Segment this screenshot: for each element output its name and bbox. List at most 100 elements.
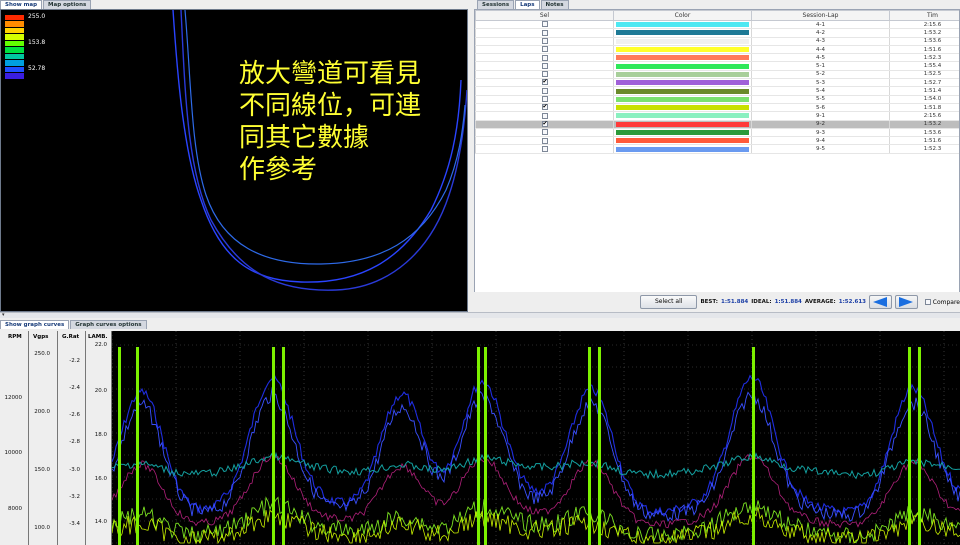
legend-swatch: [5, 40, 24, 46]
collapse-arrow-icon[interactable]: ▾: [2, 313, 5, 318]
tab-laps[interactable]: Laps: [515, 0, 540, 9]
lap-color-swatch: [616, 105, 749, 111]
lap-row[interactable]: ✔ 9-2 1:53.2: [475, 120, 959, 129]
lap-session-lap: 5-4: [751, 86, 890, 96]
next-lap-button[interactable]: [894, 295, 918, 309]
grat-tick: -2.2: [69, 358, 80, 364]
laps-table-panel: Sel Color Session-Lap Tim 4-1 2:15.6 4-2 1:…: [474, 9, 960, 312]
lap-select-checkbox[interactable]: ✔: [541, 104, 548, 111]
column-header-sel[interactable]: Sel: [475, 10, 614, 21]
lap-select-checkbox[interactable]: [541, 129, 548, 136]
tab-show-map[interactable]: Show map: [0, 0, 43, 9]
lap-color-swatch: [616, 96, 749, 102]
lap-color-cell[interactable]: [613, 37, 752, 46]
lap-color-cell[interactable]: [613, 61, 752, 71]
lap-color-cell[interactable]: [613, 53, 752, 63]
lap-color-cell[interactable]: [613, 86, 752, 96]
legend-swatch: [5, 73, 24, 79]
lap-color-cell[interactable]: [613, 120, 752, 129]
lap-color-cell[interactable]: [613, 78, 752, 88]
tab-map-options[interactable]: Map options: [43, 0, 92, 9]
lap-select-checkbox[interactable]: [541, 71, 548, 78]
lap-row[interactable]: 5-5 1:54.0: [475, 95, 959, 104]
lambda-tick: 20.0: [94, 388, 107, 394]
laps-toolbar: Select all BEST: 1:51.884 IDEAL: 1:51.88…: [474, 292, 960, 312]
lap-color-cell[interactable]: [613, 111, 752, 121]
lap-select-checkbox[interactable]: [541, 29, 548, 36]
trace-spike: [484, 347, 487, 545]
lap-row[interactable]: ✔ 5-3 1:52.7: [475, 78, 959, 88]
lap-time: 1:52.3: [889, 144, 959, 154]
lap-color-cell[interactable]: [613, 20, 752, 30]
lap-color-cell[interactable]: [613, 103, 752, 113]
graph-plot-canvas[interactable]: [112, 331, 960, 545]
lap-row[interactable]: 4-4 1:51.6: [475, 45, 959, 55]
column-header-time[interactable]: Tim: [889, 10, 959, 21]
axis-title-vgps: Vgps: [33, 334, 49, 340]
lap-select-checkbox[interactable]: [541, 137, 548, 144]
lap-color-cell[interactable]: [613, 95, 752, 104]
vgps-tick: 250.0: [34, 351, 50, 357]
track-map-panel[interactable]: 255.0 153.8 52.78 放大彎道可看見 不同線位，可連 同其它數據 …: [0, 9, 468, 312]
rpm-tick: 8000: [8, 506, 22, 512]
lap-sel-cell: [475, 111, 614, 121]
lap-time: 1:51.6: [889, 136, 959, 146]
lap-select-checkbox[interactable]: [541, 21, 548, 28]
lap-select-checkbox[interactable]: [541, 62, 548, 69]
column-header-color[interactable]: Color: [613, 10, 752, 21]
lap-row[interactable]: 9-4 1:51.6: [475, 136, 959, 146]
legend-mid-label: 153.8: [28, 39, 46, 47]
column-header-session-lap[interactable]: Session-Lap: [751, 10, 890, 21]
caption-line: 同其它數據: [239, 123, 370, 153]
axis-line: [85, 331, 86, 545]
lap-row[interactable]: 9-1 2:15.6: [475, 111, 959, 121]
lap-row[interactable]: 4-5 1:52.3: [475, 53, 959, 63]
lap-session-lap: 5-5: [751, 95, 890, 104]
lap-select-checkbox[interactable]: [541, 96, 548, 103]
lap-select-checkbox[interactable]: ✔: [541, 120, 548, 127]
lap-row[interactable]: 9-5 1:52.3: [475, 144, 959, 154]
lap-color-cell[interactable]: [613, 136, 752, 146]
lap-color-cell[interactable]: [613, 28, 752, 38]
lap-row[interactable]: 4-1 2:15.6: [475, 20, 959, 30]
lap-sel-cell: [475, 136, 614, 146]
lap-color-cell[interactable]: [613, 45, 752, 55]
tab-show-graph-curves[interactable]: Show graph curves: [0, 320, 70, 329]
lap-color-cell[interactable]: [613, 70, 752, 80]
lap-sel-cell: ✔: [475, 78, 614, 88]
lap-select-checkbox[interactable]: [541, 54, 548, 61]
vgps-tick: 100.0: [34, 525, 50, 531]
lap-select-checkbox[interactable]: [541, 46, 548, 53]
previous-lap-button[interactable]: [869, 295, 892, 309]
compare-checkbox[interactable]: [924, 299, 931, 305]
lap-row[interactable]: ✔ 5-6 1:51.8: [475, 103, 959, 113]
lap-session-lap: 4-3: [751, 37, 890, 46]
lap-row[interactable]: 4-3 1:53.6: [475, 37, 959, 46]
select-all-button[interactable]: Select all: [640, 295, 698, 309]
lap-row[interactable]: 4-2 1:53.2: [475, 28, 959, 38]
tab-notes[interactable]: Notes: [540, 0, 569, 9]
lap-select-checkbox[interactable]: ✔: [541, 79, 548, 86]
lap-sel-cell: [475, 128, 614, 138]
panel-splitter[interactable]: ▾: [0, 312, 960, 318]
lap-select-checkbox[interactable]: [541, 145, 548, 152]
tab-graph-curves-options[interactable]: Graph curves options: [70, 320, 147, 329]
rpm-tick: 10000: [4, 450, 23, 456]
lap-color-swatch: [616, 55, 749, 61]
lap-row[interactable]: 5-1 1:55.4: [475, 61, 959, 71]
arrow-right-icon: [899, 297, 914, 307]
compare-toggle[interactable]: Compare: [924, 299, 960, 306]
tab-sessions[interactable]: Sessions: [477, 0, 515, 9]
lap-session-lap: 9-1: [751, 111, 890, 121]
lap-color-cell[interactable]: [613, 144, 752, 154]
lap-select-checkbox[interactable]: [541, 37, 548, 44]
lap-color-cell[interactable]: [613, 128, 752, 138]
graph-curves-panel[interactable]: RPM Vgps G.Rat LAMB. 12000 10000 8000 25…: [0, 331, 960, 545]
lap-row[interactable]: 9-3 1:53.6: [475, 128, 959, 138]
lap-row[interactable]: 5-4 1:51.4: [475, 86, 959, 96]
lap-row[interactable]: 5-2 1:52.5: [475, 70, 959, 80]
lambda-tick: 22.0: [94, 342, 107, 348]
lap-select-checkbox[interactable]: [541, 112, 548, 119]
lap-sel-cell: [475, 144, 614, 154]
lap-select-checkbox[interactable]: [541, 87, 548, 94]
